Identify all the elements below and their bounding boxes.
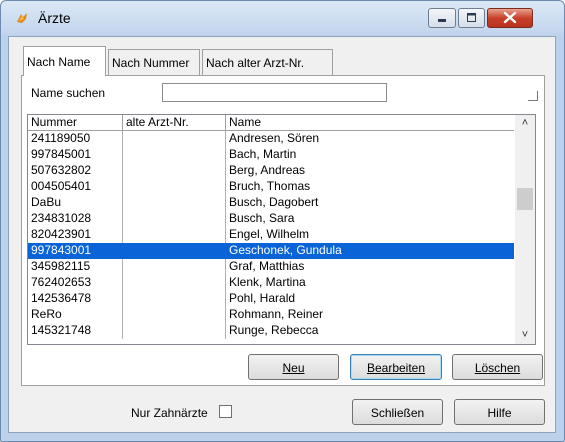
table-row[interactable]: 004505401 Bruch, Thomas — [28, 179, 514, 195]
app-icon — [17, 13, 27, 23]
schliessen-button[interactable]: Schließen — [352, 399, 443, 425]
cell-nummer: 345982115 — [28, 259, 123, 275]
close-button[interactable] — [487, 8, 533, 28]
cell-name: Busch, Sara — [229, 211, 295, 225]
table-row[interactable]: ReRo Rohmann, Reiner — [28, 307, 514, 323]
cell-name: Graf, Matthias — [229, 259, 305, 273]
cell-alte-arzt-nr — [123, 179, 226, 195]
resize-grip — [528, 91, 538, 101]
doctors-window: Ärzte Nach Name Nach Nummer Nach alter A… — [0, 0, 565, 442]
cell-alte-arzt-nr — [123, 259, 226, 275]
cell-alte-arzt-nr — [123, 163, 226, 179]
cell-alte-arzt-nr — [123, 227, 226, 243]
table-row-selected[interactable]: 997843001 Geschonek, Gundula — [28, 243, 514, 259]
button-label: Neu — [282, 361, 305, 375]
search-input[interactable] — [162, 83, 387, 102]
cell-alte-arzt-nr — [123, 131, 226, 147]
cell-name: Geschonek, Gundula — [229, 243, 342, 257]
tab-nach-nummer[interactable]: Nach Nummer — [108, 49, 200, 75]
maximize-icon — [467, 13, 476, 22]
column-header-nummer[interactable]: Nummer — [28, 115, 123, 130]
cell-nummer: 142536478 — [28, 291, 123, 307]
bearbeiten-button[interactable]: Bearbeiten — [350, 354, 442, 380]
tab-nach-name[interactable]: Nach Name — [23, 46, 106, 76]
cell-name: Bach, Martin — [229, 147, 297, 161]
cell-nummer: 997845001 — [28, 147, 123, 163]
cell-nummer: 997843001 — [28, 243, 123, 259]
nur-zahnaerzte-label: Nur Zahnärzte — [131, 406, 208, 420]
minimize-button[interactable] — [428, 8, 456, 28]
vertical-scrollbar[interactable]: ˄ ˅ — [515, 115, 535, 344]
cell-nummer: ReRo — [28, 307, 123, 323]
column-header-alte-arzt-nr[interactable]: alte Arzt-Nr. — [123, 115, 226, 130]
doctors-table[interactable]: Nummer alte Arzt-Nr. Name 241189050 Andre… — [27, 114, 536, 345]
neu-button[interactable]: Neu — [248, 354, 339, 380]
table-row[interactable]: 241189050 Andresen, Sören — [28, 131, 514, 147]
table-row[interactable]: 234831028 Busch, Sara — [28, 211, 514, 227]
cell-nummer: 820423901 — [28, 227, 123, 243]
table-row[interactable]: 345982115 Graf, Matthias — [28, 259, 514, 275]
table-row[interactable]: DaBu Busch, Dagobert — [28, 195, 514, 211]
cell-name: Berg, Andreas — [229, 163, 306, 177]
dialog-client-area: Nach Name Nach Nummer Nach alter Arzt-Nr… — [8, 36, 556, 433]
tab-label: Nach alter Arzt-Nr. — [206, 56, 305, 70]
cell-nummer: 145321748 — [28, 323, 123, 339]
cell-nummer: 241189050 — [28, 131, 123, 147]
cell-name: Rohmann, Reiner — [229, 307, 324, 321]
cell-alte-arzt-nr — [123, 195, 226, 211]
table-body: 241189050 Andresen, Sören 997845001 Bach, … — [28, 131, 514, 339]
cell-alte-arzt-nr — [123, 307, 226, 323]
button-label: Löschen — [474, 361, 521, 375]
search-label: Name suchen — [31, 86, 106, 100]
button-label: Bearbeiten — [366, 361, 426, 375]
hilfe-button[interactable]: Hilfe — [454, 399, 545, 425]
table-row[interactable]: 820423901 Engel, Wilhelm — [28, 227, 514, 243]
cell-alte-arzt-nr — [123, 291, 226, 307]
tab-label: Nach Name — [27, 55, 91, 69]
cell-nummer: 507632802 — [28, 163, 123, 179]
cell-alte-arzt-nr — [123, 243, 226, 259]
cell-name: Klenk, Martina — [229, 275, 306, 289]
loeschen-button[interactable]: Löschen — [452, 354, 543, 380]
window-title: Ärzte — [38, 10, 71, 26]
column-header-name[interactable]: Name — [226, 115, 514, 130]
button-label: Hilfe — [487, 406, 512, 420]
scroll-up-icon[interactable]: ˄ — [515, 115, 535, 132]
scroll-thumb[interactable] — [517, 188, 533, 210]
table-row[interactable]: 762402653 Klenk, Martina — [28, 275, 514, 291]
button-label: Schließen — [370, 406, 425, 420]
tab-label: Nach Nummer — [112, 56, 190, 70]
cell-nummer: DaBu — [28, 195, 123, 211]
minimize-icon — [438, 19, 446, 22]
cell-alte-arzt-nr — [123, 147, 226, 163]
title-bar[interactable]: Ärzte — [1, 1, 564, 37]
close-icon — [503, 11, 517, 24]
cell-name: Runge, Rebecca — [229, 323, 319, 337]
tab-nach-alter-arzt-nr[interactable]: Nach alter Arzt-Nr. — [202, 49, 333, 75]
scroll-down-icon[interactable]: ˅ — [515, 327, 535, 344]
nur-zahnaerzte-checkbox[interactable] — [219, 405, 232, 418]
cell-alte-arzt-nr — [123, 211, 226, 227]
cell-name: Andresen, Sören — [229, 131, 320, 145]
cell-alte-arzt-nr — [123, 275, 226, 291]
table-row[interactable]: 145321748 Runge, Rebecca — [28, 323, 514, 339]
cell-name: Engel, Wilhelm — [229, 227, 310, 241]
cell-alte-arzt-nr — [123, 323, 226, 339]
table-row[interactable]: 507632802 Berg, Andreas — [28, 163, 514, 179]
table-row[interactable]: 997845001 Bach, Martin — [28, 147, 514, 163]
cell-name: Pohl, Harald — [229, 291, 296, 305]
table-row[interactable]: 142536478 Pohl, Harald — [28, 291, 514, 307]
tab-panel: Name suchen Nummer alte Arzt-Nr. Name 24… — [21, 75, 545, 386]
table-header: Nummer alte Arzt-Nr. Name — [28, 115, 514, 131]
cell-name: Busch, Dagobert — [229, 195, 319, 209]
cell-nummer: 004505401 — [28, 179, 123, 195]
cell-nummer: 762402653 — [28, 275, 123, 291]
cell-name: Bruch, Thomas — [229, 179, 311, 193]
maximize-button[interactable] — [458, 8, 485, 28]
cell-nummer: 234831028 — [28, 211, 123, 227]
